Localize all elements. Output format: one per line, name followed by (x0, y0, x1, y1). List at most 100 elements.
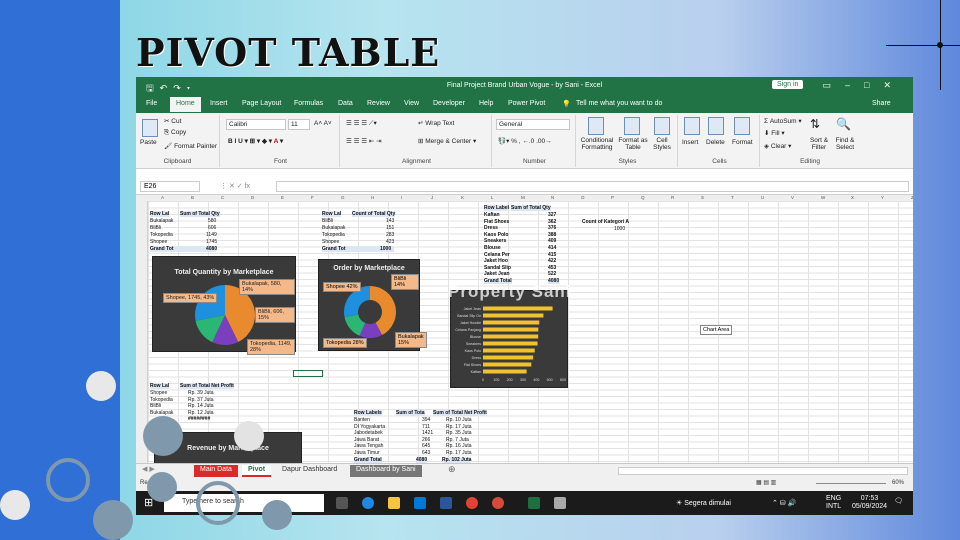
clear-button[interactable]: ◈ Clear ▾ (764, 142, 791, 150)
column-header[interactable]: E (281, 195, 284, 200)
name-box[interactable]: E26 (140, 181, 200, 192)
chrome-icon[interactable] (466, 497, 478, 509)
format-painter-button[interactable]: 🖌 Format Painter (164, 142, 217, 150)
tab-data[interactable]: Data (338, 100, 353, 107)
column-header[interactable]: D (251, 195, 254, 200)
find-select-button[interactable]: Find & Select (832, 137, 858, 151)
font-size-select[interactable]: 11 (288, 119, 310, 130)
chrome-profile-icon[interactable] (492, 497, 504, 509)
edge-icon[interactable] (362, 497, 374, 509)
window-controls[interactable]: ▭–□✕ (823, 80, 906, 91)
tab-power-pivot[interactable]: Power Pivot (508, 100, 545, 107)
column-header[interactable]: M (521, 195, 525, 200)
insert-button[interactable]: Insert (682, 139, 698, 146)
column-header[interactable]: A (161, 195, 164, 200)
copy-button[interactable]: ⎘ Copy (164, 129, 186, 137)
bold-italic-underline[interactable]: B I U ▾ ⊞ ▾ ◆ ▾ A ▾ (228, 137, 283, 145)
column-header[interactable]: X (851, 195, 854, 200)
tab-review[interactable]: Review (367, 100, 390, 107)
input-language[interactable]: ENG INTL (826, 495, 841, 511)
formula-icons[interactable]: ⋮ ✕ ✓ fx (220, 182, 250, 190)
column-header[interactable]: L (491, 195, 494, 200)
formula-input[interactable] (276, 181, 909, 192)
column-header[interactable]: P (611, 195, 614, 200)
tell-me-box[interactable]: Tell me what you want to do (576, 100, 662, 107)
column-header[interactable]: U (761, 195, 764, 200)
column-headers: A B C D E F G H I J K L M N O P Q R S T U V W X Y Z (136, 195, 913, 201)
column-header[interactable]: Z (911, 195, 913, 200)
column-header[interactable]: Y (881, 195, 884, 200)
view-icons[interactable]: ▦ ▤ ▥ (756, 479, 776, 486)
chart-total-quantity[interactable]: Total Quantity by Marketplace Shopee, 17… (152, 256, 296, 355)
add-sheet-icon[interactable]: ⊕ (448, 464, 456, 475)
tab-insert[interactable]: Insert (210, 100, 228, 107)
wrap-text-button[interactable]: ↵ Wrap Text (418, 119, 454, 127)
tab-home[interactable]: Home (170, 97, 201, 112)
chart-orders[interactable]: Order by Marketplace Shopee 42% BliBli 1… (318, 259, 427, 351)
number-format-icons[interactable]: 💱▾ % , ←.0 .00→ (498, 137, 552, 145)
fill-button[interactable]: ⬇ Fill ▾ (764, 129, 785, 137)
column-header[interactable]: O (581, 195, 585, 200)
column-header[interactable]: F (311, 195, 314, 200)
column-header[interactable]: T (731, 195, 734, 200)
column-header[interactable]: H (371, 195, 374, 200)
sign-in-button[interactable]: Sign in (772, 80, 804, 89)
tray-icons[interactable]: ⌃ ⛁ 🔊 (772, 499, 796, 507)
sheet-tab-pivot[interactable]: Pivot (242, 465, 272, 477)
column-header[interactable]: Q (641, 195, 645, 200)
column-header[interactable]: B (191, 195, 194, 200)
column-header[interactable]: I (401, 195, 402, 200)
notification-icon[interactable]: 🗨 (894, 497, 903, 505)
pivot-cell: Jawa Tengah (354, 443, 384, 450)
delete-button[interactable]: Delete (706, 139, 725, 146)
excel-taskbar-icon[interactable] (528, 497, 540, 509)
align-top-icons[interactable]: ☰ ☰ ☰ ⟋▾ (346, 119, 377, 128)
format-as-table-button[interactable]: Format as Table (618, 137, 648, 151)
tab-developer[interactable]: Developer (433, 100, 465, 107)
align-left-icons[interactable]: ☰ ☰ ☰ ⇤ ⇥ (346, 137, 382, 145)
clock[interactable]: 07:53 05/09/2024 (852, 495, 887, 511)
tab-view[interactable]: View (404, 100, 419, 107)
merge-center-button[interactable]: ⊞ Merge & Center ▾ (418, 137, 476, 145)
column-header[interactable]: K (461, 195, 464, 200)
tab-file[interactable]: File (146, 100, 157, 107)
mail-icon[interactable] (414, 497, 426, 509)
sort-filter-button[interactable]: Sort & Filter (806, 137, 832, 151)
tab-formulas[interactable]: Formulas (294, 100, 323, 107)
autosum-button[interactable]: Σ AutoSum ▾ (764, 117, 802, 125)
selected-cell-e26[interactable] (293, 370, 323, 377)
column-header[interactable]: N (551, 195, 554, 200)
column-header[interactable]: C (221, 195, 224, 200)
font-grow-icon[interactable]: A˄ A˅ (314, 120, 332, 127)
store-icon[interactable] (440, 497, 452, 509)
column-header[interactable]: J (431, 195, 433, 200)
column-header[interactable]: R (671, 195, 674, 200)
column-header[interactable]: S (701, 195, 704, 200)
tab-help[interactable]: Help (479, 100, 493, 107)
zoom-slider[interactable] (816, 483, 886, 484)
paste-button[interactable]: Paste (140, 139, 157, 146)
column-header[interactable]: V (791, 195, 794, 200)
sheet-tab-dashboard-sani[interactable]: Dashboard by Sani (350, 465, 422, 477)
tab-page-layout[interactable]: Page Layout (242, 100, 281, 107)
cell-styles-button[interactable]: Cell Styles (650, 137, 674, 151)
conditional-formatting-button[interactable]: Conditional Formatting (578, 137, 616, 151)
cut-button[interactable]: ✂ Cut (164, 117, 181, 125)
chart-products[interactable]: Jaket Jean Sandal Slip On Jaket Hoodie Cela… (450, 290, 568, 388)
column-header[interactable]: G (341, 195, 345, 200)
horizontal-scrollbar[interactable] (618, 467, 908, 475)
font-name-select[interactable]: Calibri (226, 119, 286, 130)
app-icon[interactable] (554, 497, 566, 509)
share-button[interactable]: Share (872, 100, 891, 107)
pivot-header: Sum of Tota (396, 410, 425, 416)
taskbar-search[interactable]: Type here to search (164, 494, 324, 512)
task-view-icon[interactable] (336, 497, 348, 509)
sheet-nav-arrows[interactable]: ◀ ▶ (142, 465, 155, 473)
sheet-tab-dapur-dashboard[interactable]: Dapur Dashboard (276, 465, 343, 477)
column-header[interactable]: W (821, 195, 825, 200)
format-button[interactable]: Format (732, 139, 753, 146)
number-format-select[interactable]: General (496, 119, 570, 130)
sheet-tab-main-data[interactable]: Main Data (194, 465, 238, 477)
file-explorer-icon[interactable] (388, 497, 400, 509)
weather-widget[interactable]: ☀ Segera dimulai (676, 499, 731, 507)
